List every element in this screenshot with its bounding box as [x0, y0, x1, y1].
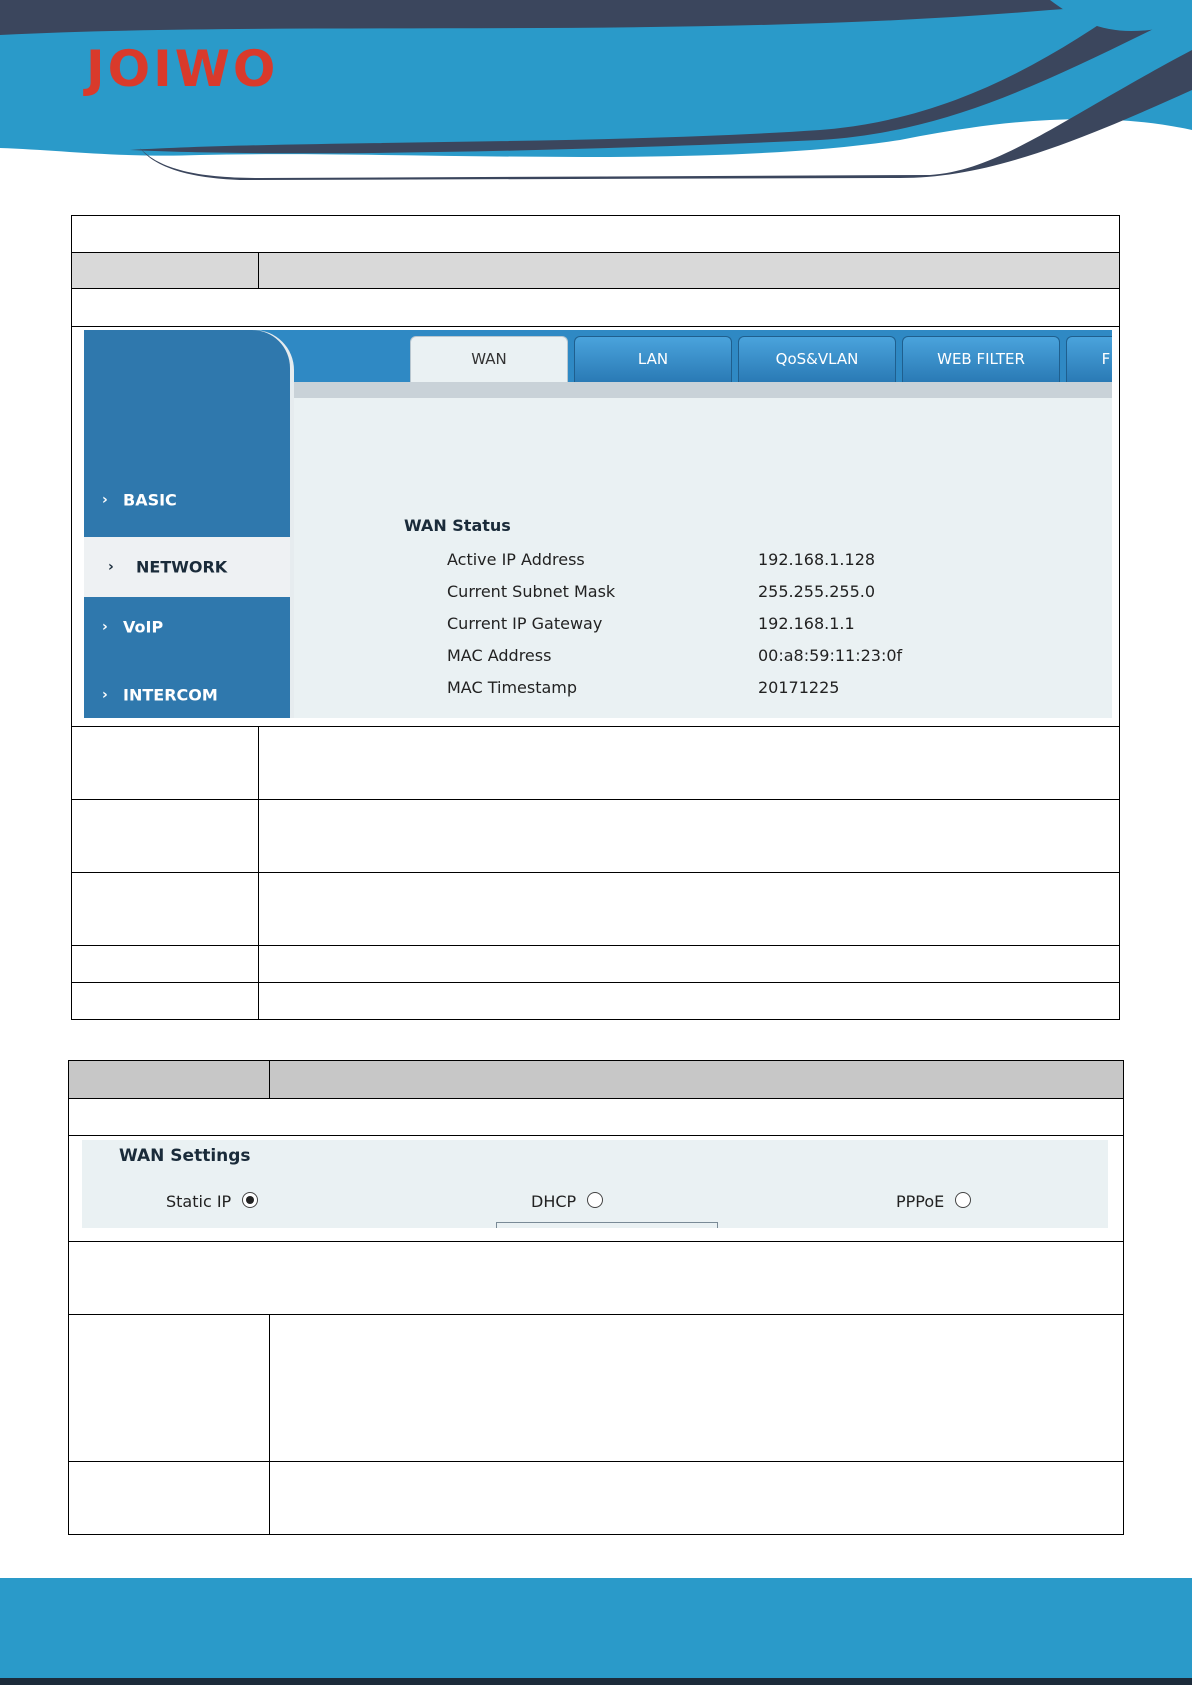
- option-pppoe[interactable]: PPPoE: [896, 1192, 972, 1211]
- doc-table-1-header-cell-2: [258, 252, 1120, 289]
- option-dhcp[interactable]: DHCP: [531, 1192, 604, 1211]
- doc-table-1-row-desc: [258, 799, 1120, 873]
- status-label: MAC Address: [447, 646, 552, 665]
- status-value: 255.255.255.0: [758, 582, 876, 601]
- doc-table-1-row-label: [71, 945, 259, 983]
- doc-table-2-header-cell-1: [68, 1060, 270, 1099]
- doc-table-1-header-cell-1: [71, 252, 259, 289]
- doc-table-1-caption-row: [71, 288, 1120, 327]
- doc-table-2-note-row: [68, 1241, 1124, 1315]
- input-box-edge: [496, 1222, 718, 1228]
- doc-table-1-row-label: [71, 799, 259, 873]
- doc-table-2-caption-row: [68, 1098, 1124, 1136]
- sidebar-item-basic[interactable]: › BASIC: [84, 470, 290, 530]
- option-static-ip[interactable]: Static IP: [166, 1192, 259, 1211]
- brand-logo: JOIWO: [86, 40, 279, 98]
- status-value: 20171225: [758, 678, 840, 697]
- status-value: 00:a8:59:11:23:0f: [758, 646, 903, 665]
- doc-table-2-row-desc: [269, 1461, 1124, 1535]
- status-value: 192.168.1.1: [758, 614, 855, 633]
- status-row: MAC Address 00:a8:59:11:23:0f: [84, 642, 1112, 672]
- tab-web-filter[interactable]: WEB FILTER: [902, 336, 1060, 382]
- doc-table-2-row-label: [68, 1314, 270, 1462]
- doc-table-2-row-label: [68, 1461, 270, 1535]
- wan-settings-screenshot: WAN Settings Static IP DHCP PPPoE: [82, 1140, 1108, 1228]
- doc-table-1-row-label: [71, 982, 259, 1020]
- status-label: Active IP Address: [447, 550, 585, 569]
- tab-truncated[interactable]: F: [1066, 336, 1112, 382]
- status-label: MAC Timestamp: [447, 678, 578, 697]
- status-label: Current Subnet Mask: [447, 582, 616, 601]
- status-row: Current Subnet Mask 255.255.255.0: [84, 578, 1112, 608]
- option-label: Static IP: [166, 1192, 232, 1211]
- radio-selected-icon[interactable]: [242, 1192, 259, 1208]
- doc-table-2: [68, 1060, 1124, 1535]
- doc-table-1-row-label: [71, 872, 259, 946]
- wan-settings-title: WAN Settings: [119, 1146, 251, 1166]
- wan-status-title: WAN Status: [404, 516, 511, 535]
- doc-table-2-header-cell-2: [269, 1060, 1124, 1099]
- network-wan-screenshot: › BASIC › NETWORK › VoIP › INTERCOM WAN …: [84, 330, 1112, 718]
- chevron-right-icon: ›: [102, 492, 108, 508]
- doc-table-1-row-desc: [258, 945, 1120, 983]
- doc-table-2-row-desc: [269, 1314, 1124, 1462]
- doc-table-1-row-desc: [258, 872, 1120, 946]
- status-row: Current IP Gateway 192.168.1.1: [84, 610, 1112, 640]
- sidebar-item-label: BASIC: [123, 490, 177, 510]
- footer-banner: [0, 1578, 1192, 1685]
- radio-unselected-icon[interactable]: [955, 1192, 972, 1208]
- tab-wan[interactable]: WAN: [410, 336, 568, 382]
- header-banner: JOIWO: [0, 0, 1192, 180]
- footer-bar: [0, 1678, 1192, 1685]
- tab-qos-vlan[interactable]: QoS&VLAN: [738, 336, 896, 382]
- status-row: MAC Timestamp 20171225: [84, 674, 1112, 704]
- status-value: 192.168.1.128: [758, 550, 876, 569]
- doc-table-1-row-desc: [258, 982, 1120, 1020]
- status-label: Current IP Gateway: [447, 614, 603, 633]
- status-row: Active IP Address 192.168.1.128: [84, 546, 1112, 576]
- option-label: PPPoE: [896, 1192, 945, 1211]
- doc-table-1-row-label: [71, 726, 259, 800]
- doc-table-1-row-desc: [258, 726, 1120, 800]
- doc-table-1-title-row: [71, 215, 1120, 253]
- option-label: DHCP: [531, 1192, 577, 1211]
- radio-unselected-icon[interactable]: [587, 1192, 604, 1208]
- tab-lan[interactable]: LAN: [574, 336, 732, 382]
